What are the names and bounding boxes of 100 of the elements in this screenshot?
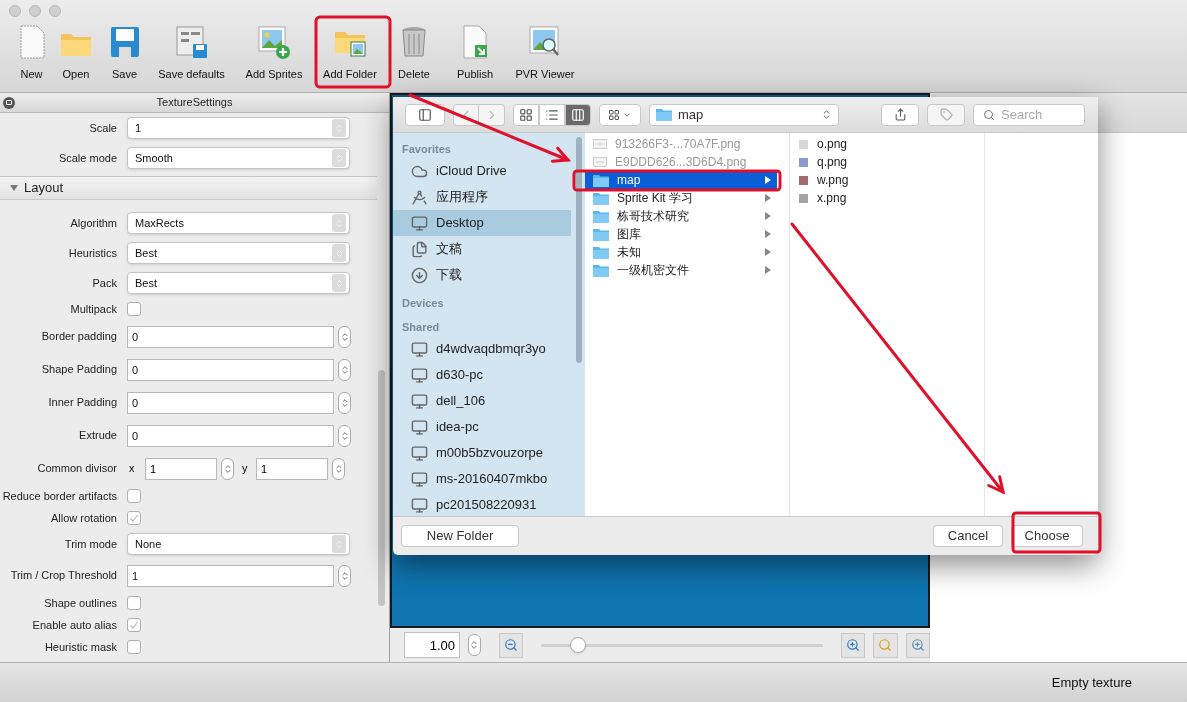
view-mode-button[interactable] xyxy=(565,103,591,126)
select-field[interactable]: Best xyxy=(127,272,350,294)
scrollbar-thumb[interactable] xyxy=(378,370,385,606)
zoom-slider[interactable] xyxy=(541,637,823,653)
toolbar-button[interactable]: New xyxy=(10,24,53,83)
status-text: Empty texture xyxy=(1051,673,1132,692)
checkbox[interactable] xyxy=(127,640,141,654)
stepper[interactable] xyxy=(332,457,345,480)
setting-label: Extrude xyxy=(78,428,118,444)
checkbox[interactable] xyxy=(127,618,141,632)
window-close-button[interactable] xyxy=(9,5,21,17)
search-field[interactable]: Search xyxy=(973,103,1085,126)
select-field[interactable]: None xyxy=(127,533,350,555)
sidebar-item[interactable]: d630-pc xyxy=(393,362,571,388)
stepper[interactable] xyxy=(338,358,351,381)
zoom-field[interactable]: 1.00 xyxy=(404,632,460,658)
form-with-floppy-icon xyxy=(174,24,209,60)
number-field[interactable]: 0 xyxy=(127,358,334,381)
file-icon xyxy=(593,157,607,167)
section-title: Layout xyxy=(24,179,64,198)
stepper[interactable] xyxy=(338,391,351,414)
toolbar-button[interactable]: Delete xyxy=(385,24,443,83)
magnifier-icon xyxy=(878,638,893,652)
sidebar-item[interactable]: pc201508220931 xyxy=(393,492,571,516)
stepper[interactable] xyxy=(221,457,234,480)
toolbar-button[interactable]: Open xyxy=(53,24,99,83)
sidebar-item[interactable]: idea-pc xyxy=(393,414,571,440)
checkbox[interactable] xyxy=(127,511,141,525)
view-mode-button[interactable] xyxy=(513,103,539,126)
checkbox[interactable] xyxy=(127,489,141,503)
toolbar-button[interactable]: Add Folder xyxy=(315,24,385,83)
sidebar-heading: Favorites xyxy=(401,141,452,157)
number-field[interactable]: 1 xyxy=(145,457,217,480)
file-list-item[interactable]: 栋哥技术研究 xyxy=(585,207,777,225)
new-folder-button[interactable]: New Folder xyxy=(401,525,519,547)
window-minimize-button[interactable] xyxy=(29,5,41,17)
sidebar-item[interactable]: d4wdvaqdbmqr3yo xyxy=(393,336,571,362)
toolbar-button[interactable]: PVR Viewer xyxy=(507,24,583,83)
number-field[interactable]: 1 xyxy=(256,457,328,480)
slider-thumb[interactable] xyxy=(569,637,586,653)
share-button[interactable] xyxy=(881,103,919,126)
file-list-item[interactable]: o.png xyxy=(790,135,972,153)
stepper[interactable] xyxy=(338,424,351,447)
toolbar-button[interactable]: Publish xyxy=(443,24,507,83)
file-list-item[interactable]: 一级机密文件 xyxy=(585,261,777,279)
file-list-item[interactable]: x.png xyxy=(790,189,972,207)
choose-button[interactable]: Choose xyxy=(1011,525,1083,547)
float-panel-icon[interactable] xyxy=(3,96,15,109)
toolbar-button[interactable]: Add Sprites xyxy=(233,24,315,83)
sidebar-item[interactable]: m00b5bzvouzorpe xyxy=(393,440,571,466)
zoom-in-button[interactable] xyxy=(840,632,866,658)
monitor-icon xyxy=(411,366,428,384)
stepper[interactable] xyxy=(338,325,351,348)
sidebar-item[interactable]: 应用程序 xyxy=(393,184,571,210)
file-list-item[interactable]: 图库 xyxy=(585,225,777,243)
path-popup[interactable]: map xyxy=(649,103,839,126)
sidebar-item[interactable]: ms-20160407mkbo xyxy=(393,466,571,492)
tag-button[interactable] xyxy=(927,103,965,126)
number-field[interactable]: 0 xyxy=(127,391,334,414)
scrollbar-thumb[interactable] xyxy=(576,137,582,363)
setting-label: Inner Padding xyxy=(47,395,118,411)
sidebar-item[interactable]: iCloud Drive xyxy=(393,158,571,184)
checkbox[interactable] xyxy=(127,302,141,316)
window-zoom-button[interactable] xyxy=(49,5,61,17)
setting-label: Heuristic mask xyxy=(43,639,118,655)
checkmark-icon xyxy=(129,513,139,523)
number-field[interactable]: 0 xyxy=(127,325,334,348)
file-list-item[interactable]: q.png xyxy=(790,153,972,171)
checkbox[interactable] xyxy=(127,596,141,610)
file-list-item[interactable]: Sprite Kit 学习 xyxy=(585,189,777,207)
setting-label: Shape outlines xyxy=(43,595,118,611)
file-list-item[interactable]: 未知 xyxy=(585,243,777,261)
stepper[interactable] xyxy=(338,564,351,587)
arrange-button[interactable] xyxy=(599,103,641,126)
sidebar-item[interactable]: dell_106 xyxy=(393,388,571,414)
forward-button[interactable] xyxy=(479,103,505,126)
zoom-out-button[interactable] xyxy=(498,632,524,658)
select-field[interactable]: 1 xyxy=(127,117,350,139)
section-header[interactable]: Layout xyxy=(0,176,377,200)
file-list-item[interactable]: w.png xyxy=(790,171,972,189)
sidebar-toggle-button[interactable] xyxy=(405,103,445,126)
select-field[interactable]: Smooth xyxy=(127,147,350,169)
number-field[interactable]: 1 xyxy=(127,564,334,587)
sidebar-item[interactable]: 文稿 xyxy=(393,236,571,262)
select-field[interactable]: Best xyxy=(127,242,350,264)
number-field[interactable]: 0 xyxy=(127,424,334,447)
cancel-button[interactable]: Cancel xyxy=(933,525,1003,547)
up-down-arrows-icon xyxy=(333,463,344,474)
stepper[interactable] xyxy=(468,634,481,656)
select-field[interactable]: MaxRects xyxy=(127,212,350,234)
toolbar-button[interactable]: Save defaults xyxy=(150,24,233,83)
sidebar-item[interactable]: 下载 xyxy=(393,262,571,288)
view-mode-button[interactable] xyxy=(539,103,565,126)
zoom-fit-button[interactable] xyxy=(873,632,898,658)
sidebar-item[interactable]: Desktop xyxy=(393,210,571,236)
search-icon xyxy=(983,108,995,121)
download-icon xyxy=(411,266,428,284)
toolbar-button[interactable]: Save xyxy=(99,24,150,83)
compass-icon xyxy=(411,188,428,206)
zoom-actual-button[interactable] xyxy=(905,632,930,658)
